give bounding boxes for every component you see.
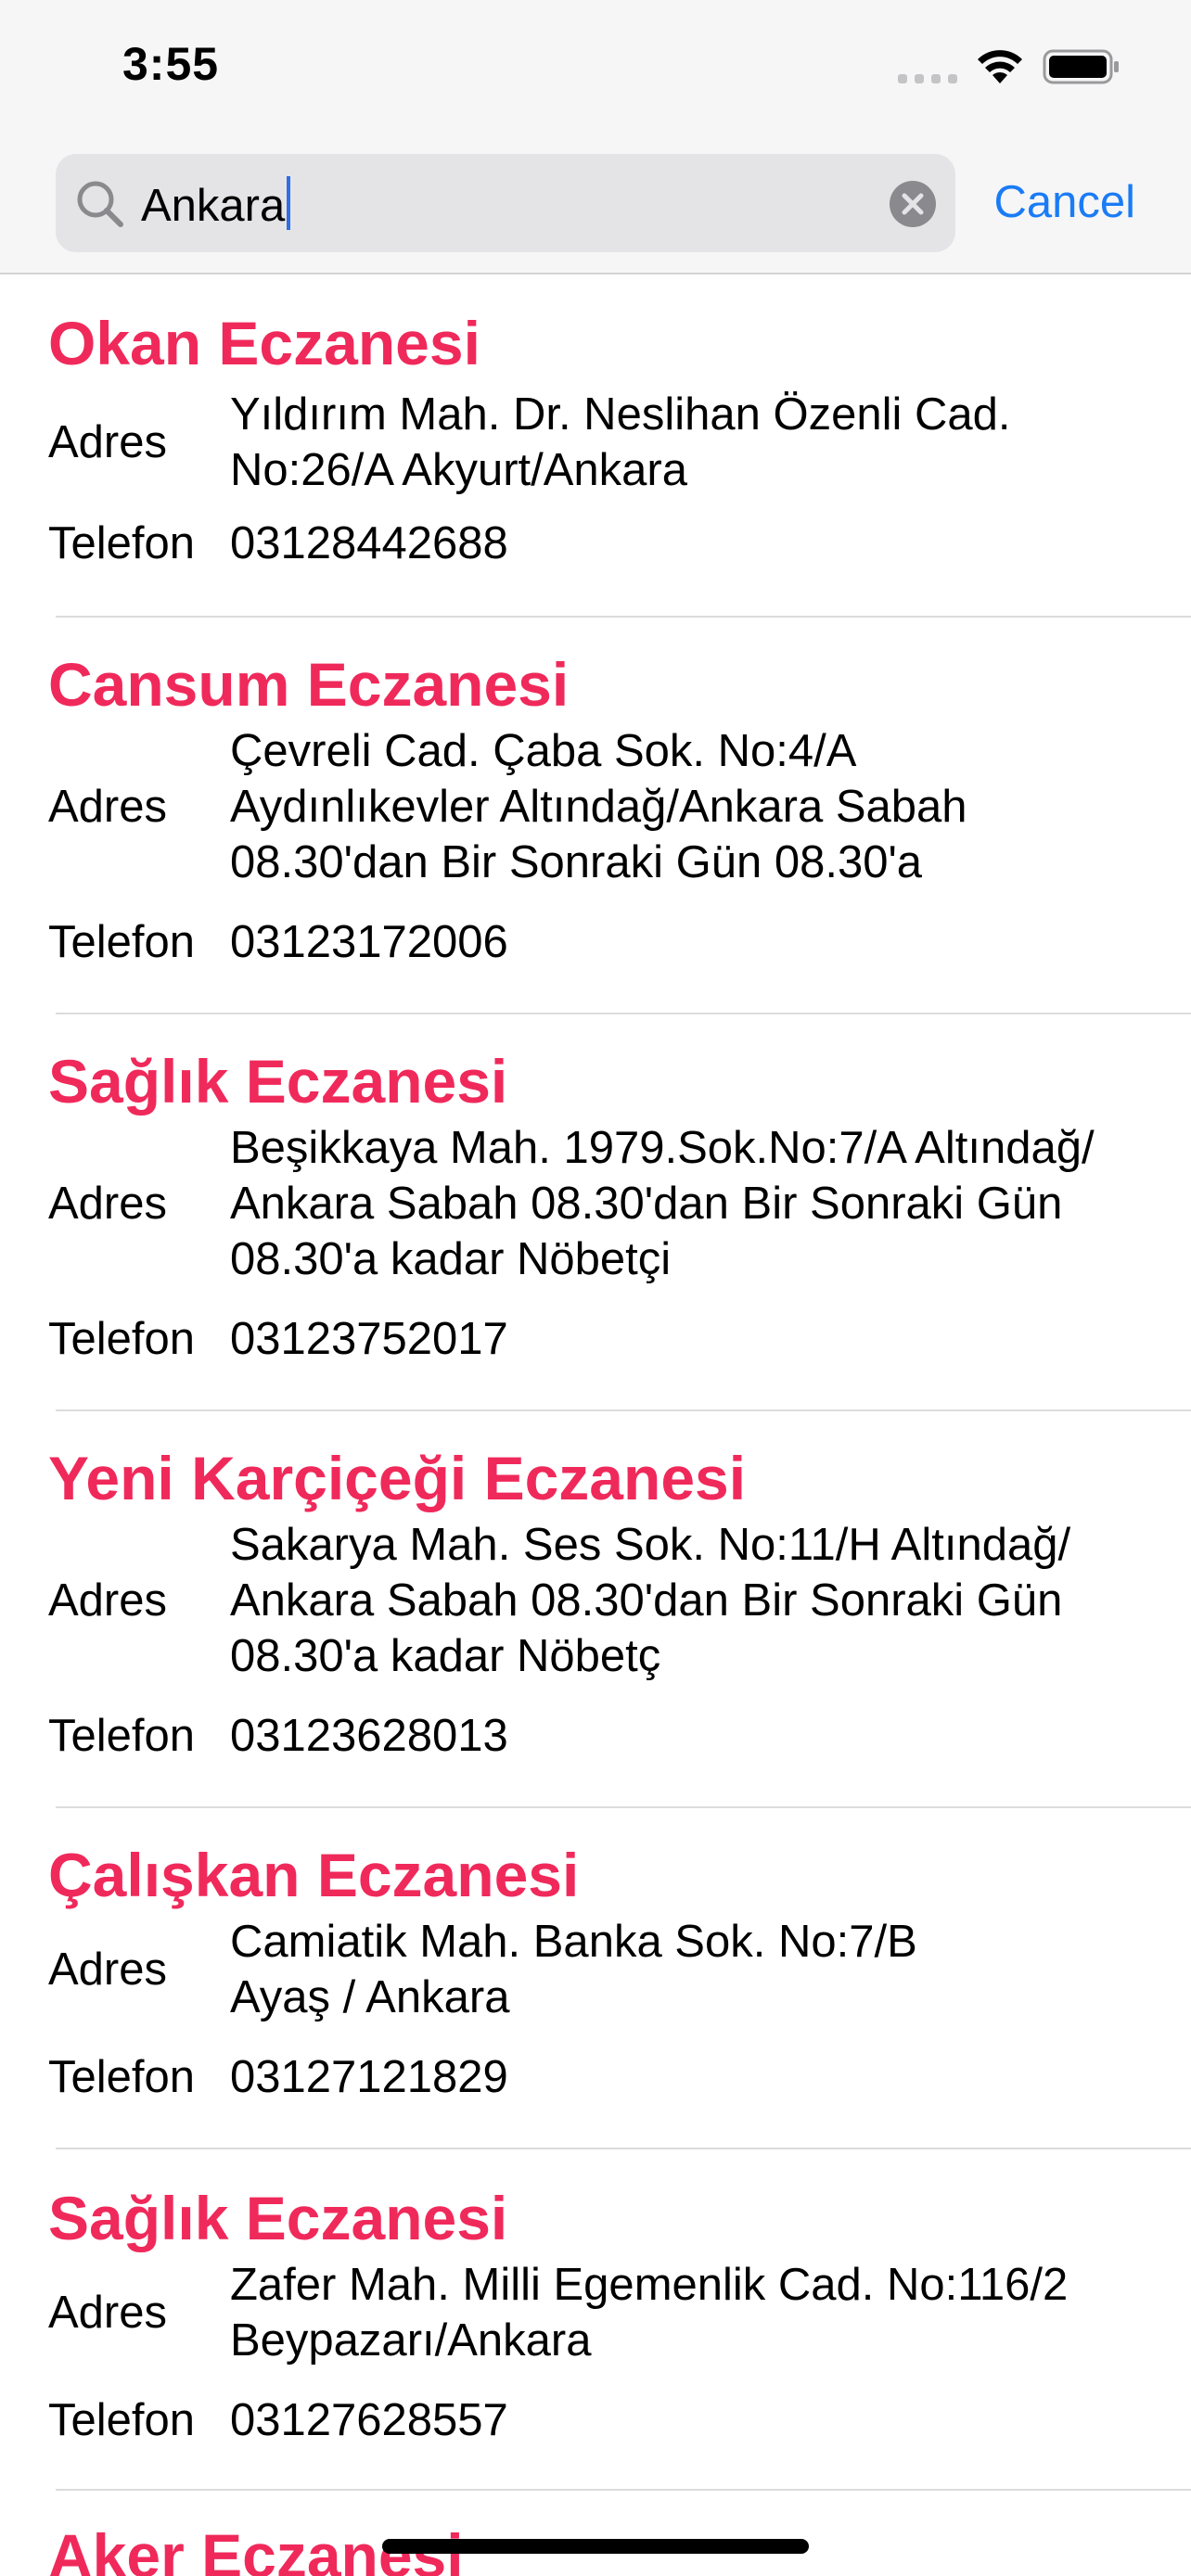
search-row: Ankara Cancel: [56, 154, 1135, 252]
battery-icon: [1043, 49, 1119, 84]
phone-label: Telefon: [48, 2052, 196, 2102]
pharmacy-list: Okan Eczanesi Adres Yıldırım Mah. Dr. Ne…: [0, 274, 1191, 2576]
phone-row: Telefon 03123628013: [48, 1708, 1154, 1764]
phone-value: 03123172006: [230, 917, 508, 967]
search-field[interactable]: Ankara: [56, 154, 955, 252]
cancel-button[interactable]: Cancel: [993, 172, 1135, 232]
search-query: Ankara: [141, 181, 286, 231]
phone-row: Telefon 03127121829: [48, 2049, 1154, 2105]
header: 3:55 Ankara Cancel: [0, 0, 1191, 274]
address-value: Zafer Mah. Milli Egemenlik Cad. No:116/2…: [230, 2260, 1069, 2366]
list-item[interactable]: Sağlık Eczanesi Adres Zafer Mah. Milli E…: [0, 2149, 1191, 2491]
address-row: Adres Camiatik Mah. Banka Sok. No:7/B Ay…: [48, 1914, 1154, 2025]
phone-label: Telefon: [48, 2395, 196, 2445]
list-item[interactable]: Sağlık Eczanesi Adres Beşikkaya Mah. 197…: [0, 1014, 1191, 1411]
clear-icon[interactable]: [889, 180, 937, 228]
address-value: Çevreli Cad. Çaba Sok. No:4/A Aydınlıkev…: [230, 726, 967, 887]
address-label: Adres: [48, 2288, 168, 2338]
pharmacy-name: Cansum Eczanesi: [48, 650, 570, 719]
pharmacy-name: Sağlık Eczanesi: [48, 1047, 508, 1116]
address-row: Adres Zafer Mah. Milli Egemenlik Cad. No…: [48, 2257, 1154, 2368]
phone-row: Telefon 03128442688: [48, 516, 1154, 571]
pharmacy-name: Sağlık Eczanesi: [48, 2184, 508, 2252]
phone-row: Telefon 03123172006: [48, 914, 1154, 970]
address-row: Adres Yıldırım Mah. Dr. Neslihan Özenli …: [48, 382, 1154, 503]
phone-label: Telefon: [48, 1314, 196, 1364]
list-item[interactable]: Çalışkan Eczanesi Adres Camiatik Mah. Ba…: [0, 1808, 1191, 2149]
phone-label: Telefon: [48, 518, 196, 568]
address-value: Sakarya Mah. Ses Sok. No:11/H Altındağ/ …: [230, 1520, 1071, 1681]
address-label: Adres: [48, 1575, 168, 1626]
home-indicator[interactable]: [382, 2539, 809, 2554]
search-icon: [77, 181, 123, 227]
pharmacy-name: Çalışkan Eczanesi: [48, 1841, 580, 1909]
pharmacy-name: Okan Eczanesi: [48, 309, 480, 377]
phone-value: 03127121829: [230, 2052, 508, 2102]
list-item[interactable]: Yeni Karçiçeği Eczanesi Adres Sakarya Ma…: [0, 1411, 1191, 1808]
address-label: Adres: [48, 1945, 168, 1995]
phone-value: 03127628557: [230, 2395, 508, 2445]
phone-value: 03123628013: [230, 1711, 508, 1761]
list-item[interactable]: Cansum Eczanesi Adres Çevreli Cad. Çaba …: [0, 618, 1191, 1014]
phone-label: Telefon: [48, 917, 196, 967]
pharmacy-search-screen: 3:55 Ankara Cancel Okan Eczanesi Adres Y…: [0, 0, 1191, 2576]
address-label: Adres: [48, 417, 168, 467]
phone-label: Telefon: [48, 1711, 196, 1761]
address-value: Camiatik Mah. Banka Sok. No:7/B Ayaş / A…: [230, 1917, 917, 2022]
status-icons: [898, 48, 1121, 85]
text-caret: [287, 176, 291, 230]
address-row: Adres Sakarya Mah. Ses Sok. No:11/H Altı…: [48, 1517, 1154, 1684]
pharmacy-name: Yeni Karçiçeği Eczanesi: [48, 1444, 747, 1512]
phone-row: Telefon 03123752017: [48, 1311, 1154, 1367]
address-value: Yıldırım Mah. Dr. Neslihan Özenli Cad. N…: [230, 389, 1011, 495]
search-input[interactable]: Ankara: [141, 176, 291, 234]
status-time: 3:55: [122, 38, 220, 90]
phone-value: 03123752017: [230, 1314, 508, 1364]
address-label: Adres: [48, 1179, 168, 1229]
list-item[interactable]: Aker Eczanesi: [0, 2491, 1191, 2576]
list-item[interactable]: Okan Eczanesi Adres Yıldırım Mah. Dr. Ne…: [0, 274, 1191, 618]
phone-value: 03128442688: [230, 518, 508, 568]
wifi-icon: [978, 50, 1022, 83]
address-row: Adres Çevreli Cad. Çaba Sok. No:4/A Aydı…: [48, 723, 1154, 890]
address-value: Beşikkaya Mah. 1979.Sok.No:7/A Altındağ/…: [230, 1123, 1095, 1284]
address-label: Adres: [48, 782, 168, 832]
cellular-signal-icon: [898, 50, 957, 83]
address-row: Adres Beşikkaya Mah. 1979.Sok.No:7/A Alt…: [48, 1120, 1154, 1287]
phone-row: Telefon 03127628557: [48, 2392, 1154, 2448]
